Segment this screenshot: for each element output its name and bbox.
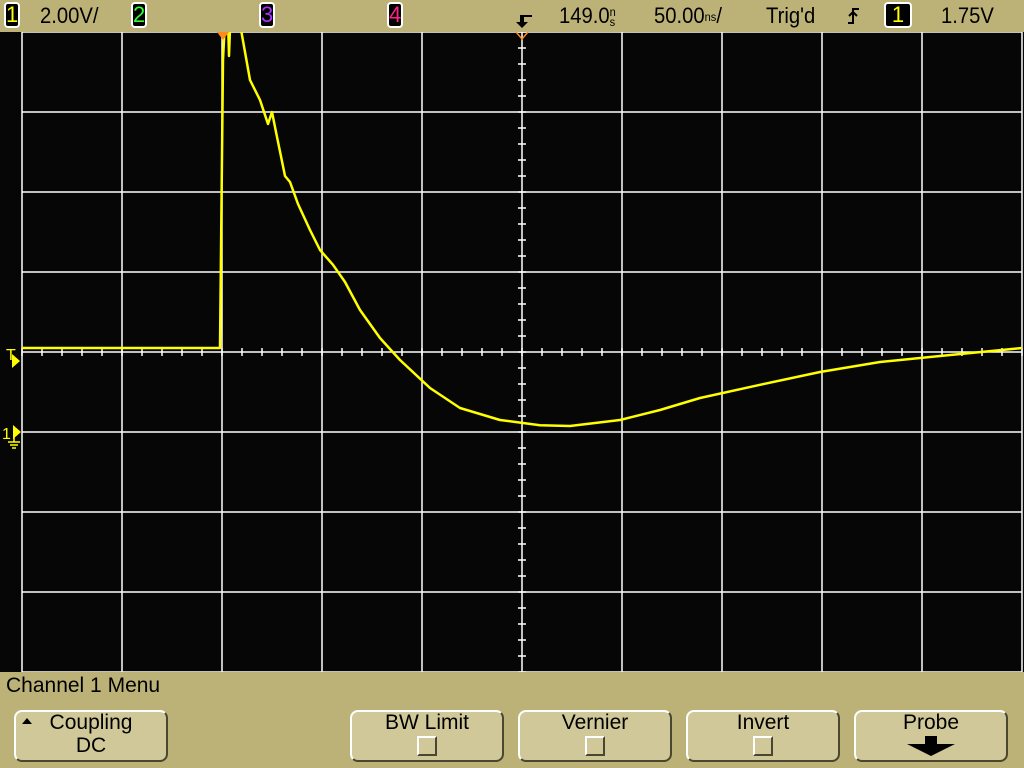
- coupling-label: Coupling: [49, 711, 133, 734]
- probe-softkey[interactable]: Probe: [854, 710, 1008, 762]
- channel-1-scale: 2.00V/: [40, 3, 99, 28]
- channel-2-button[interactable]: 2: [131, 2, 147, 28]
- channel-3-button[interactable]: 3: [259, 2, 275, 28]
- time-scale-unit: ns: [704, 10, 717, 25]
- trigger-source-badge: 1: [884, 2, 912, 28]
- trigger-level-marker[interactable]: T: [6, 347, 20, 368]
- status-bar: 1 2.00V/ 2 3 4 149.0n s 50.00ns/ Trig'd 1…: [0, 0, 1024, 32]
- probe-label: Probe: [902, 711, 960, 734]
- time-delay: 149.0n s: [559, 3, 616, 30]
- channel-1-button[interactable]: 1: [4, 2, 20, 28]
- menu-title: Channel 1 Menu: [6, 674, 161, 697]
- invert-label: Invert: [736, 711, 790, 734]
- invert-softkey[interactable]: Invert: [686, 710, 840, 762]
- time-unit-ns: ns: [609, 5, 616, 30]
- delay-reference-icon: [516, 15, 532, 28]
- vernier-label: Vernier: [561, 711, 629, 734]
- coupling-softkey[interactable]: Coupling DC: [14, 710, 168, 762]
- bw-limit-checkbox[interactable]: [417, 736, 437, 756]
- graticule-and-trace: T 1: [2, 32, 1023, 672]
- channel-4-button[interactable]: 4: [387, 2, 403, 28]
- trigger-status: Trig'd: [766, 3, 816, 28]
- trigger-level: 1.75V: [941, 3, 994, 28]
- selector-arrow-icon: [22, 718, 32, 724]
- vernier-softkey[interactable]: Vernier: [518, 710, 672, 762]
- channel-1-ground-marker[interactable]: 1: [2, 425, 21, 449]
- waveform-display[interactable]: T 1: [0, 32, 1024, 672]
- submenu-arrow-down-icon: [907, 736, 955, 756]
- vernier-checkbox[interactable]: [585, 736, 605, 756]
- bw-limit-softkey[interactable]: BW Limit: [350, 710, 504, 762]
- rising-edge-trigger-icon: [848, 8, 859, 24]
- bw-limit-label: BW Limit: [385, 711, 469, 734]
- time-scale: 50.00ns/: [654, 3, 722, 28]
- invert-checkbox[interactable]: [753, 736, 773, 756]
- ground-label: 1: [2, 426, 11, 443]
- coupling-value: DC: [75, 734, 107, 757]
